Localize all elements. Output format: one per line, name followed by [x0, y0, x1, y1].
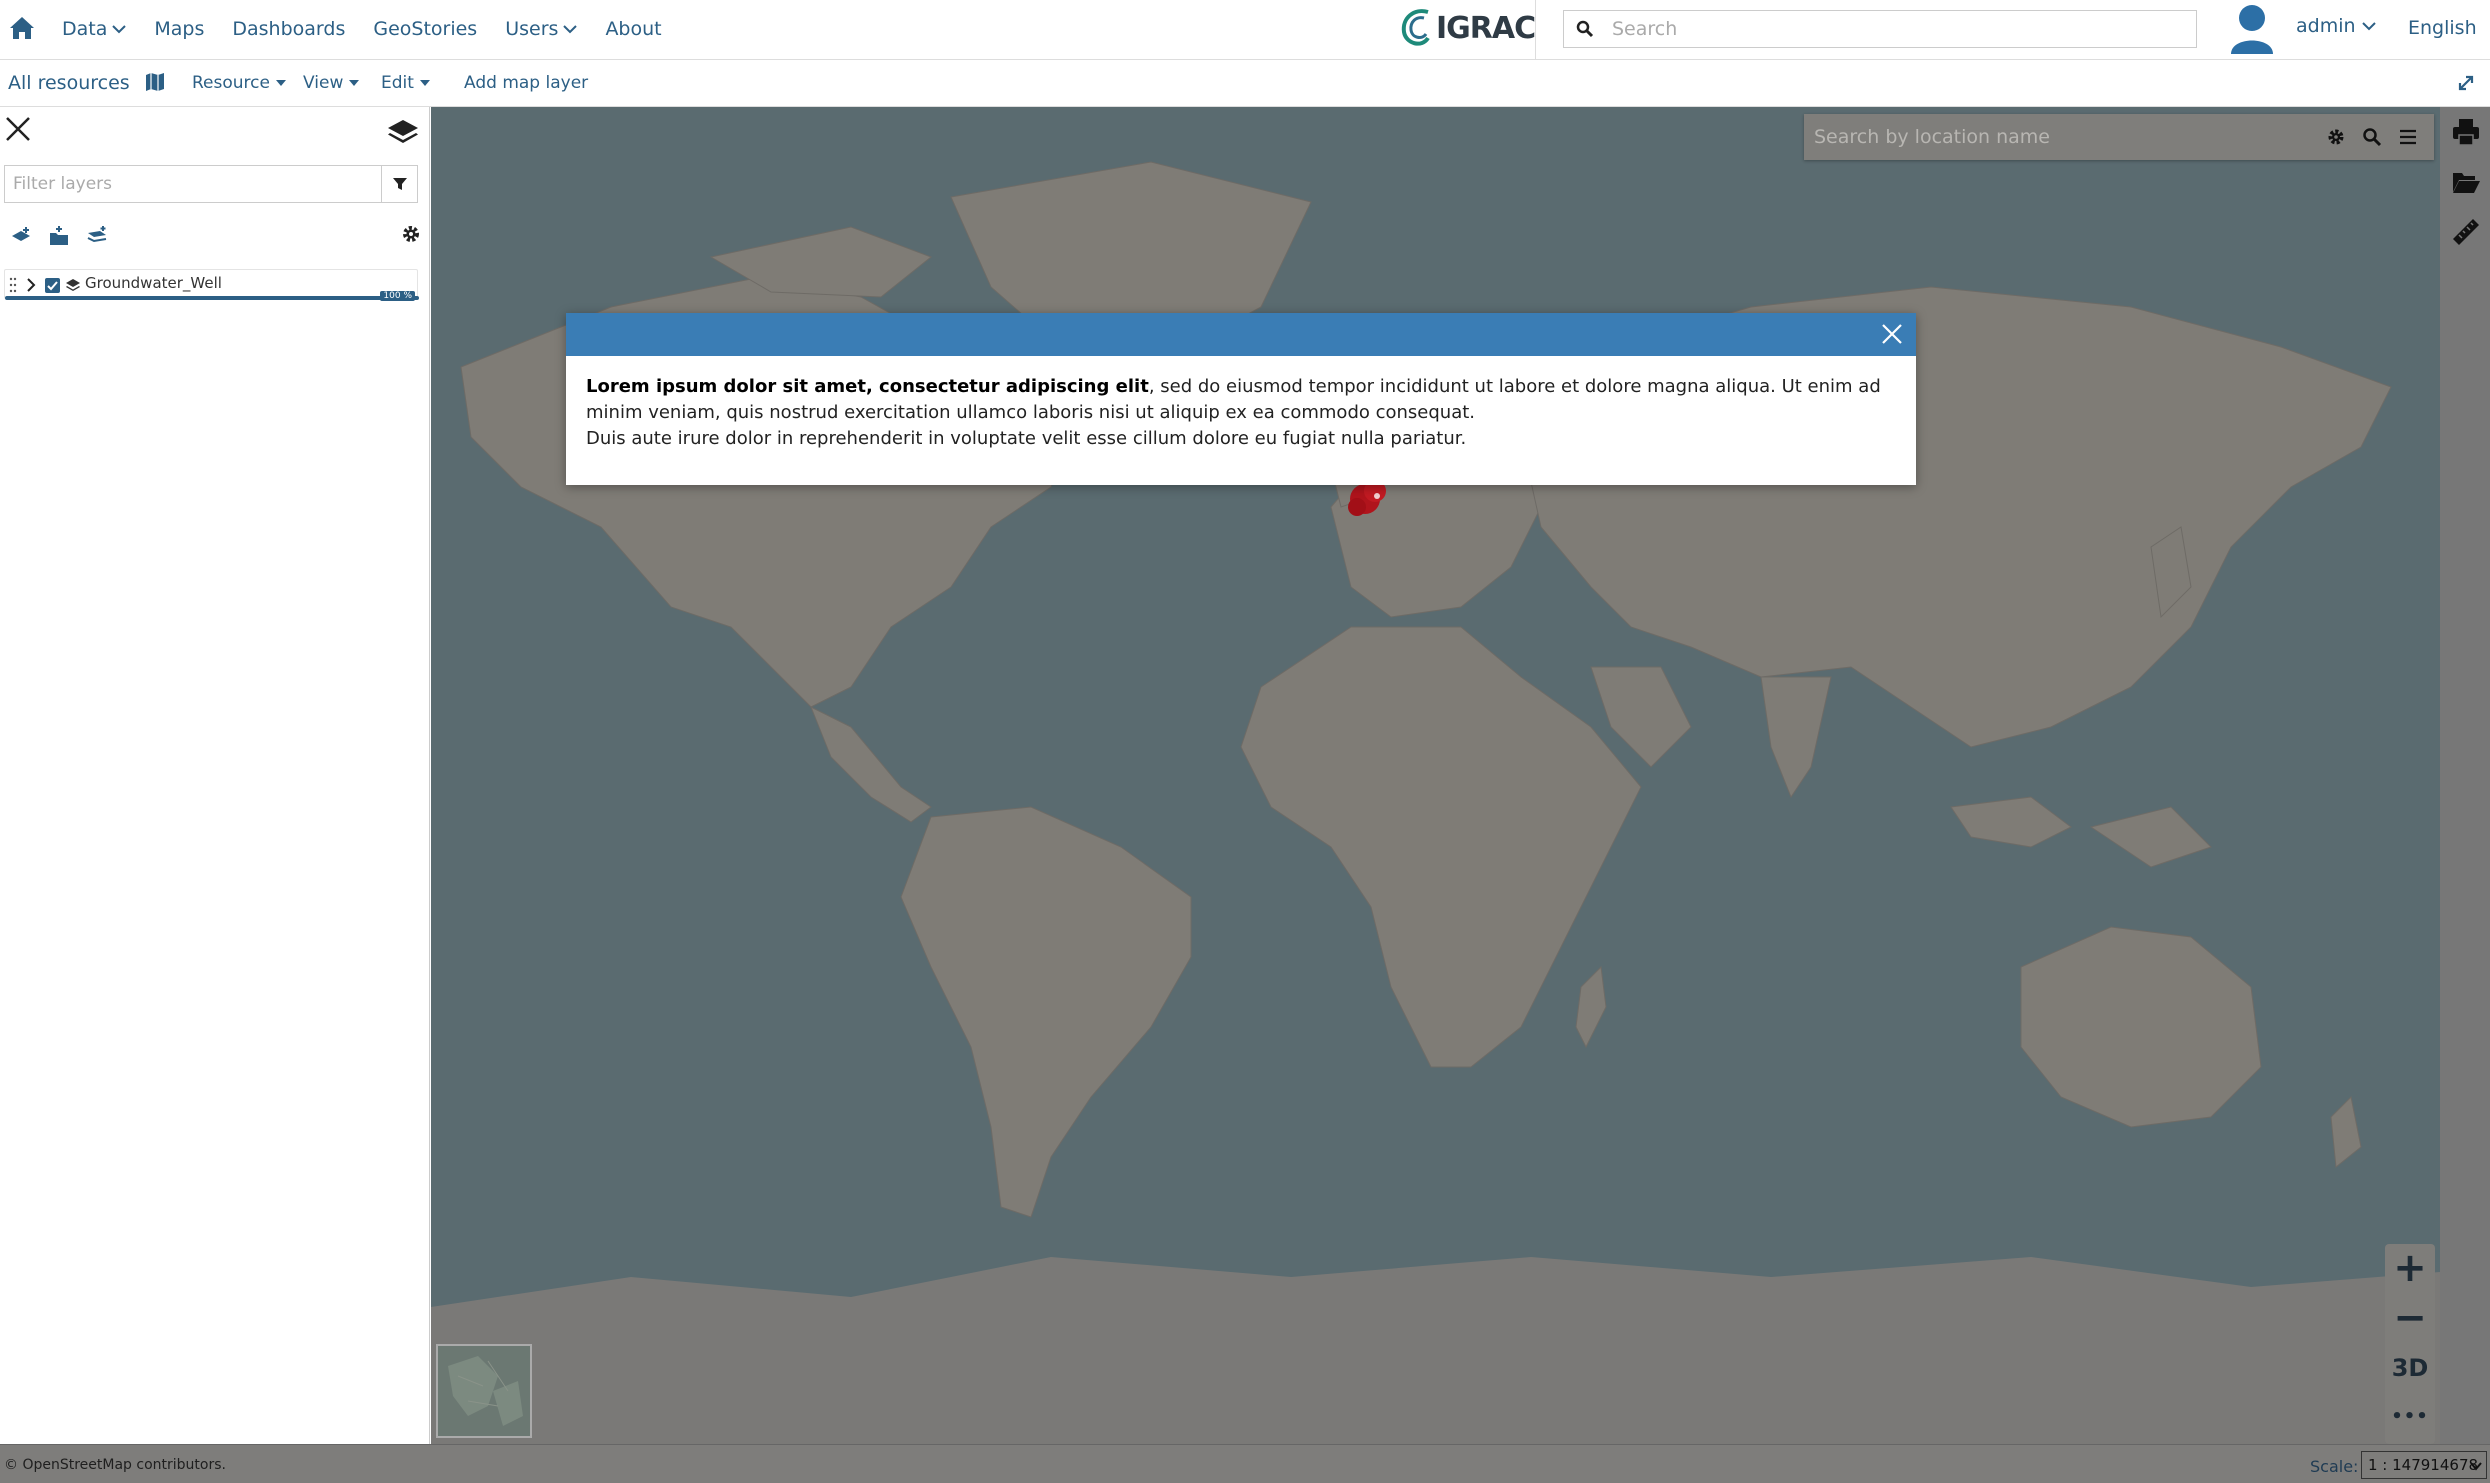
location-search — [1804, 114, 2434, 160]
check-icon — [47, 281, 58, 291]
more-button[interactable]: ••• — [2385, 1392, 2435, 1440]
nav-data[interactable]: Data — [62, 18, 127, 40]
dialog-header — [566, 313, 1916, 356]
nav-maps[interactable]: Maps — [154, 18, 204, 40]
add-map-layer-button[interactable]: Add map layer — [464, 73, 588, 93]
resource-menu[interactable]: Resource — [192, 73, 286, 93]
folder-open-icon[interactable] — [2451, 167, 2481, 197]
dialog-paragraph-1: Lorem ipsum dolor sit amet, consectetur … — [586, 374, 1896, 426]
view-menu-label: View — [303, 73, 344, 93]
gear-icon[interactable] — [400, 223, 422, 245]
user-menu[interactable]: admin — [2296, 15, 2376, 37]
overview-minimap[interactable] — [436, 1344, 532, 1438]
caret-down-icon — [275, 80, 286, 86]
divider — [1535, 0, 1536, 60]
close-icon[interactable] — [1880, 322, 1904, 346]
dialog-bold-text: Lorem ipsum dolor sit amet, consectetur … — [586, 376, 1149, 397]
zoom-out-button[interactable]: − — [2385, 1294, 2435, 1342]
nav-about[interactable]: About — [605, 18, 661, 40]
nav-users-label: Users — [505, 18, 559, 40]
zoom-controls: + − 3D ••• — [2385, 1244, 2435, 1444]
chevron-down-icon — [112, 25, 127, 34]
search-icon[interactable] — [2362, 127, 2382, 147]
funnel-icon — [392, 178, 407, 190]
map-viewport[interactable]: + − 3D ••• — [431, 107, 2440, 1444]
edit-menu[interactable]: Edit — [381, 73, 430, 93]
chevron-down-icon — [2361, 22, 2376, 31]
top-navbar: Data Maps Dashboards GeoStories Users Ab… — [0, 0, 2490, 60]
global-search — [1563, 10, 2197, 48]
main-menu: Data Maps Dashboards GeoStories Users Ab… — [62, 0, 690, 58]
location-search-input[interactable] — [1814, 119, 2294, 155]
layers-icon — [388, 120, 418, 143]
add-background-icon[interactable] — [86, 225, 108, 247]
search-input[interactable] — [1612, 11, 2192, 47]
nav-maps-label: Maps — [154, 18, 205, 40]
igrac-logo[interactable]: IGRAC — [1398, 2, 1536, 54]
layer-load-percent: 100 % — [380, 291, 415, 301]
edit-menu-label: Edit — [381, 73, 414, 93]
nav-users[interactable]: Users — [505, 18, 578, 40]
layer-icon — [66, 279, 80, 291]
search-icon[interactable] — [1576, 20, 1594, 38]
map-icon — [146, 73, 164, 91]
map-attribution[interactable]: © OpenStreetMap contributors. — [4, 1457, 226, 1473]
layers-panel: Groundwater_Well 100 % — [0, 107, 430, 1444]
world-basemap — [431, 107, 2440, 1444]
chevron-right-icon[interactable] — [25, 277, 37, 293]
close-icon[interactable] — [4, 115, 32, 143]
chevron-down-icon — [563, 25, 578, 34]
gear-icon[interactable] — [2326, 127, 2346, 147]
resource-toolbar: All resources Resource View Edit Add map… — [0, 61, 2490, 107]
scale-select[interactable]: 1 : 147914678 — [2361, 1451, 2487, 1479]
info-dialog: Lorem ipsum dolor sit amet, consectetur … — [566, 313, 1916, 485]
home-icon[interactable] — [8, 14, 36, 42]
nav-geostories[interactable]: GeoStories — [373, 18, 477, 40]
zoom-in-button[interactable]: + — [2385, 1244, 2435, 1292]
add-layer-icon[interactable] — [10, 225, 32, 247]
resource-menu-label: Resource — [192, 73, 270, 93]
layer-item[interactable]: Groundwater_Well 100 % — [4, 269, 419, 301]
nav-dashboards[interactable]: Dashboards — [232, 18, 345, 40]
user-avatar-icon[interactable] — [2228, 2, 2276, 54]
drag-handle-icon[interactable] — [9, 276, 17, 294]
3d-toggle-button[interactable]: 3D — [2385, 1344, 2435, 1392]
map-tools-sidebar — [2440, 107, 2490, 1444]
filter-layers — [4, 165, 418, 203]
nav-about-label: About — [605, 18, 662, 40]
layer-visibility-checkbox[interactable] — [45, 278, 60, 293]
menu-icon[interactable] — [2398, 127, 2418, 147]
scale-value: 1 : 147914678 — [2368, 1456, 2479, 1474]
language-selector[interactable]: English — [2408, 17, 2477, 39]
nav-data-label: Data — [62, 18, 108, 40]
caret-down-icon — [419, 80, 430, 86]
scale-label: Scale: — [2310, 1457, 2359, 1476]
logo-mark-icon — [1401, 9, 1430, 46]
layer-tools — [10, 225, 124, 247]
layer-name: Groundwater_Well — [85, 274, 222, 292]
print-icon[interactable] — [2451, 117, 2481, 147]
ruler-icon[interactable] — [2451, 217, 2481, 247]
minimap-thumbnail — [438, 1346, 530, 1436]
fullscreen-icon[interactable] — [2456, 73, 2476, 93]
layer-load-progress — [5, 296, 419, 300]
nav-dashboards-label: Dashboards — [232, 18, 346, 40]
map-footer: © OpenStreetMap contributors. Scale: 1 :… — [0, 1444, 2490, 1483]
add-group-icon[interactable] — [48, 225, 70, 247]
chevron-down-icon — [2470, 1462, 2482, 1471]
caret-down-icon — [349, 80, 360, 86]
filter-button[interactable] — [381, 166, 417, 202]
all-resources-link[interactable]: All resources — [8, 72, 130, 94]
user-name: admin — [2296, 15, 2356, 37]
dialog-body: Lorem ipsum dolor sit amet, consectetur … — [586, 374, 1896, 452]
view-menu[interactable]: View — [303, 73, 360, 93]
filter-layers-input[interactable] — [13, 166, 373, 202]
dialog-text-2: Duis aute irure dolor in reprehenderit i… — [586, 428, 1467, 449]
logo-text: IGRAC — [1436, 10, 1536, 46]
nav-geostories-label: GeoStories — [373, 18, 478, 40]
